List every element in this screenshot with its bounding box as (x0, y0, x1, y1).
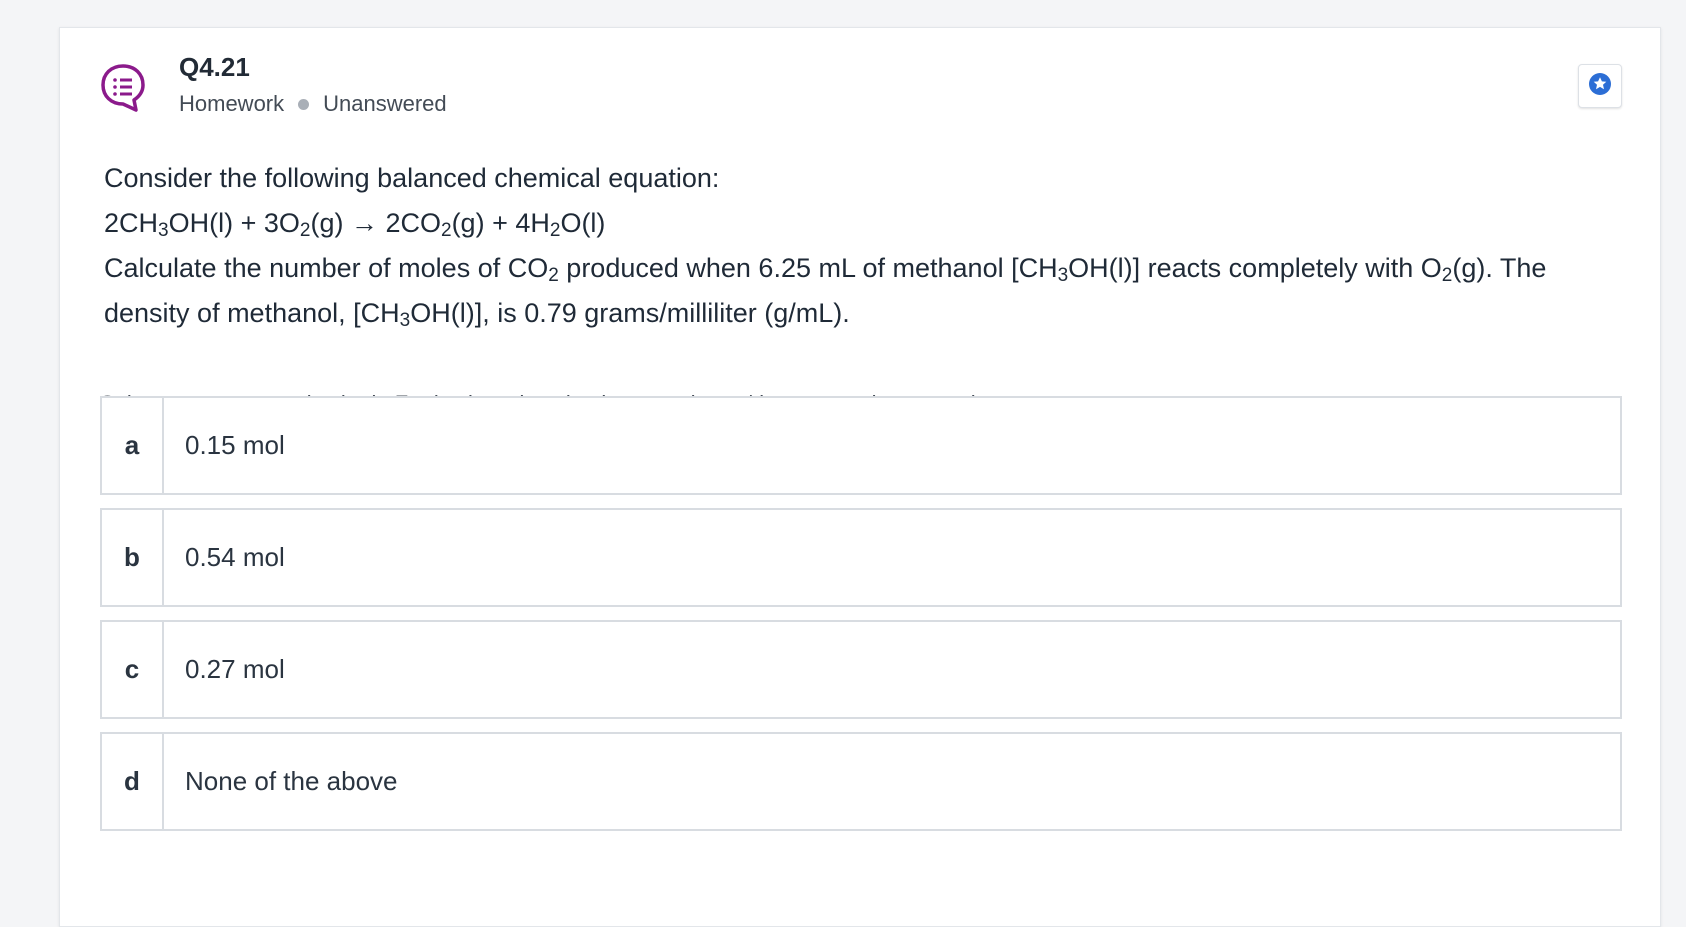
answer-option-c[interactable]: c 0.27 mol (100, 620, 1622, 719)
answer-option-a[interactable]: a 0.15 mol (100, 396, 1622, 495)
chemical-equation: 2CH3OH(l) + 3O2(g) → 2CO2(g) + 4H2O(l) (104, 208, 606, 241)
question-category: Homework (179, 91, 285, 116)
option-text: 0.15 mol (185, 430, 285, 460)
multiple-choice-icon (100, 63, 146, 113)
option-letter: a (102, 398, 164, 493)
question-card: Q4.21 Homework Unanswered Consider the f… (59, 27, 1661, 927)
option-text: 0.27 mol (185, 654, 285, 684)
separator-dot (298, 98, 310, 110)
star-icon (1588, 72, 1612, 101)
question-intro: Consider the following balanced chemical… (104, 163, 720, 193)
option-letter: c (102, 622, 164, 717)
option-text: 0.54 mol (185, 542, 285, 572)
question-prompt: Calculate the number of moles of CO2 pro… (104, 253, 1547, 331)
question-meta: Homework Unanswered (179, 91, 447, 117)
question-status: Unanswered (323, 91, 447, 116)
answer-option-b[interactable]: b 0.54 mol (100, 508, 1622, 607)
bookmark-button[interactable] (1578, 64, 1622, 108)
option-letter: d (102, 734, 164, 829)
answer-option-d[interactable]: d None of the above (100, 732, 1622, 831)
option-text: None of the above (185, 766, 398, 796)
question-number: Q4.21 (179, 52, 250, 82)
option-letter: b (102, 510, 164, 605)
question-text: Consider the following balanced chemical… (104, 156, 1624, 336)
